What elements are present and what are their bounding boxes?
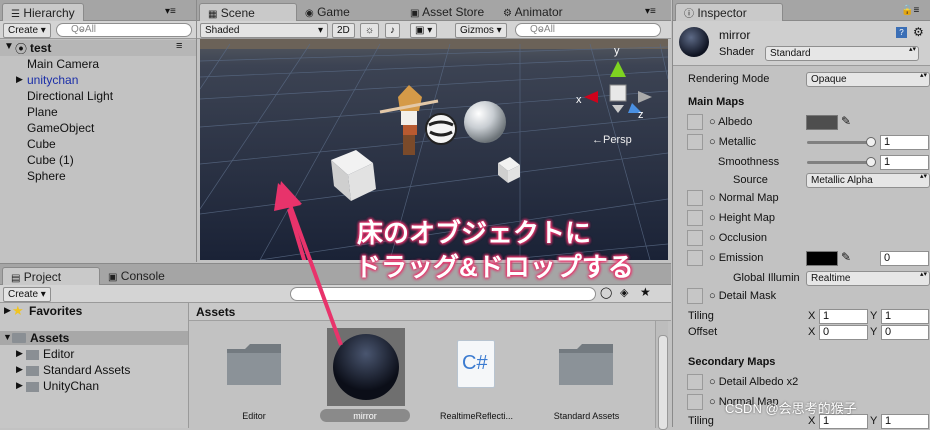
emission-slot[interactable]: [687, 250, 703, 266]
tiling-y-field[interactable]: 1: [881, 309, 929, 324]
offset-y-field[interactable]: 0: [881, 325, 929, 340]
info-icon: ⓘ: [684, 9, 694, 20]
source-label: Source: [733, 174, 768, 186]
metallic-slider-knob[interactable]: [866, 137, 876, 147]
rendering-mode-label: Rendering Mode: [688, 73, 770, 85]
offset-label: Offset: [688, 326, 718, 338]
detail-mask-label: ○ Detail Mask: [709, 290, 777, 302]
shader-dropdown[interactable]: Standard: [765, 46, 919, 61]
material-preview-icon: [679, 27, 709, 57]
detail-albedo-slot[interactable]: [687, 374, 703, 390]
smoothness-value-field[interactable]: 1: [880, 155, 929, 170]
occlusion-label: ○ Occlusion: [709, 232, 767, 244]
metallic-value-field[interactable]: 1: [880, 135, 929, 150]
eyedropper-icon[interactable]: ✎: [841, 250, 851, 264]
offset-x-field[interactable]: 0: [819, 325, 868, 340]
watermark: CSDN @会思考的猴子: [725, 401, 857, 416]
albedo-label: ○ Albedo: [709, 116, 753, 128]
height-map-slot[interactable]: [687, 210, 703, 226]
material-header: mirror ? ⚙ Shader Standard: [673, 21, 930, 66]
lock-icon[interactable]: 🔒≡: [901, 5, 919, 16]
offset-y-label: Y: [870, 326, 878, 338]
detail-albedo-label: ○ Detail Albedo x2: [709, 376, 799, 388]
tiling-label: Tiling: [688, 310, 714, 322]
main-maps-header: Main Maps: [688, 96, 745, 108]
smoothness-slider-knob[interactable]: [866, 157, 876, 167]
detail-mask-slot[interactable]: [687, 288, 703, 304]
albedo-texture-slot[interactable]: [687, 114, 703, 130]
emission-color-field[interactable]: [806, 251, 838, 266]
offset-x-label: X: [808, 326, 816, 338]
global-illumination-dropdown[interactable]: Realtime: [806, 271, 930, 286]
metallic-texture-slot[interactable]: [687, 134, 703, 150]
gear-icon[interactable]: ⚙: [913, 25, 924, 39]
height-map-label: ○ Height Map: [709, 212, 775, 224]
occlusion-slot[interactable]: [687, 230, 703, 246]
emission-label: ○ Emission: [709, 252, 764, 264]
normal-map-label: ○ Normal Map: [709, 192, 779, 204]
tiling-y-label: Y: [870, 310, 878, 322]
annotation-arrow-shaft: [276, 181, 343, 346]
smoothness-slider[interactable]: [807, 161, 873, 164]
secondary-normal-map-slot[interactable]: [687, 394, 703, 410]
shader-label: Shader: [719, 46, 755, 58]
secondary-tiling-y-label: Y: [870, 415, 878, 427]
material-name: mirror: [719, 28, 751, 42]
metallic-slider[interactable]: [807, 141, 873, 144]
annotation-text: 床のオブジェクトに ドラッグ&ドロップする: [355, 216, 675, 284]
global-illumination-label: Global Illumin: [733, 272, 800, 284]
annotation-line-2: ドラッグ&ドロップする: [355, 252, 634, 282]
metallic-label: ○ Metallic: [709, 136, 756, 148]
secondary-maps-header: Secondary Maps: [688, 356, 776, 368]
annotation-line-1: 床のオブジェクトに: [357, 218, 592, 248]
inspector-panel: ⓘ Inspector 🔒≡ mirror ? ⚙ Shader Standar…: [672, 0, 930, 429]
eyedropper-icon[interactable]: ✎: [841, 114, 851, 128]
smoothness-label: Smoothness: [718, 156, 780, 168]
albedo-color-field[interactable]: [806, 115, 838, 130]
emission-value-field[interactable]: 0: [880, 251, 929, 266]
tiling-x-field[interactable]: 1: [819, 309, 868, 324]
tiling-x-label: X: [808, 310, 816, 322]
help-icon[interactable]: ?: [896, 27, 907, 38]
source-dropdown[interactable]: Metallic Alpha: [806, 173, 930, 188]
tab-inspector[interactable]: ⓘ Inspector: [675, 3, 783, 22]
rendering-mode-dropdown[interactable]: Opaque: [806, 72, 930, 87]
secondary-tiling-label: Tiling: [688, 415, 714, 427]
normal-map-slot[interactable]: [687, 190, 703, 206]
